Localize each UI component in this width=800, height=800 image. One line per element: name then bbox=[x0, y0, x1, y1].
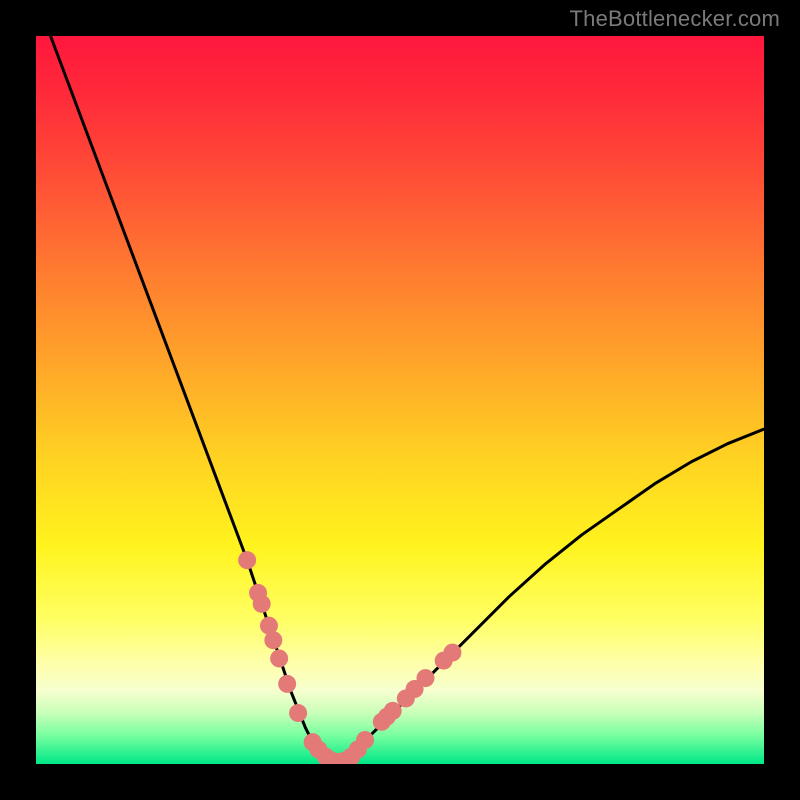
chart-overlay bbox=[36, 36, 764, 764]
data-marker bbox=[238, 551, 256, 569]
plot-area bbox=[36, 36, 764, 764]
data-marker bbox=[384, 702, 402, 720]
bottleneck-curve bbox=[51, 36, 764, 763]
data-marker bbox=[270, 649, 288, 667]
data-marker bbox=[416, 669, 434, 687]
data-marker bbox=[289, 704, 307, 722]
data-marker bbox=[264, 631, 282, 649]
data-marker bbox=[443, 644, 461, 662]
chart-frame: TheBottlenecker.com bbox=[0, 0, 800, 800]
marker-group bbox=[238, 551, 461, 764]
data-marker bbox=[356, 731, 374, 749]
watermark-text: TheBottlenecker.com bbox=[570, 6, 780, 32]
data-marker bbox=[253, 595, 271, 613]
data-marker bbox=[278, 675, 296, 693]
